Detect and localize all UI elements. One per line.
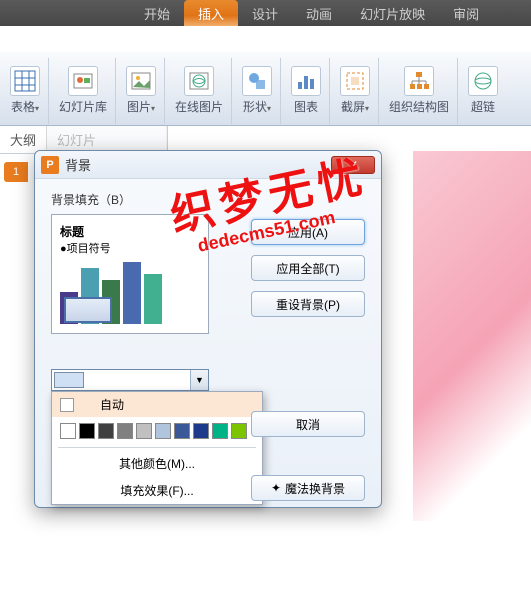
color-swatch[interactable] [231, 423, 247, 439]
orgchart-icon [404, 66, 434, 96]
color-swatch[interactable] [79, 423, 95, 439]
auto-color-row[interactable]: 自动 [52, 392, 262, 417]
dialog-icon: P [41, 156, 59, 174]
ribbon: 表格▾ 幻灯片库 图片▾ 在线图片 形状▾ 图表 截屏▾ 组织结构图 超链 [0, 52, 531, 126]
fill-preview: 标题 ●项目符号 [51, 214, 209, 334]
ribbon-hyperlink[interactable]: 超链 [460, 58, 506, 124]
magic-bg-button[interactable]: ✦ 魔法换背景 [251, 475, 365, 501]
color-swatch[interactable] [155, 423, 171, 439]
color-swatch[interactable] [117, 423, 133, 439]
fill-label: 背景填充（B） [51, 191, 365, 208]
onlinepic-icon [184, 66, 214, 96]
ribbon-onlinepic[interactable]: 在线图片 [167, 58, 232, 124]
cancel-button[interactable]: 取消 [251, 411, 365, 437]
color-popup: 自动 其他颜色(M)... 填充效果(F)... [51, 391, 263, 505]
ribbon-picture[interactable]: 图片▾ [118, 58, 165, 124]
ribbon-slidelib[interactable]: 幻灯片库 [51, 58, 116, 124]
tab-anim[interactable]: 动画 [292, 0, 346, 26]
preview-selection-handle [64, 297, 112, 323]
ribbon-chart[interactable]: 图表 [283, 58, 330, 124]
dialog-close-button[interactable]: ✕ [331, 156, 375, 174]
color-swatch[interactable] [136, 423, 152, 439]
slide-preview [413, 151, 531, 521]
tab-design[interactable]: 设计 [238, 0, 292, 26]
picture-icon [126, 66, 156, 96]
color-swatch[interactable] [212, 423, 228, 439]
background-dialog: P 背景 ✕ 背景填充（B） 标题 ●项目符号 应用(A) 应用全部(T) 重设… [34, 150, 382, 508]
outline-tab-slides[interactable]: 幻灯片 [47, 126, 167, 153]
color-swatch[interactable] [98, 423, 114, 439]
magic-icon: ✦ [271, 481, 281, 495]
preview-bullet: ●项目符号 [60, 240, 200, 256]
hyperlink-icon [468, 66, 498, 96]
ribbon-shapes[interactable]: 形状▾ [234, 58, 281, 124]
table-icon [10, 66, 40, 96]
apply-all-button[interactable]: 应用全部(T) [251, 255, 365, 281]
slidelib-icon [68, 66, 98, 96]
outline-tab-outline[interactable]: 大纲 [0, 126, 47, 153]
tab-slideshow[interactable]: 幻灯片放映 [346, 0, 439, 26]
ribbon-table[interactable]: 表格▾ [2, 58, 49, 124]
tab-start[interactable]: 开始 [130, 0, 184, 26]
more-colors-item[interactable]: 其他颜色(M)... [52, 450, 262, 477]
ribbon-orgchart[interactable]: 组织结构图 [381, 58, 458, 124]
color-swatch[interactable] [193, 423, 209, 439]
apply-button[interactable]: 应用(A) [251, 219, 365, 245]
screenshot-icon [340, 66, 370, 96]
current-color-swatch [54, 372, 84, 388]
auto-label: 自动 [100, 396, 124, 413]
chart-icon [291, 66, 321, 96]
tab-review[interactable]: 审阅 [439, 0, 493, 26]
slide-number-badge[interactable]: 1 [4, 162, 28, 182]
dialog-titlebar[interactable]: P 背景 ✕ [35, 151, 381, 179]
color-swatch[interactable] [60, 423, 76, 439]
fill-color-combo[interactable]: ▼ [51, 369, 209, 391]
shapes-icon [242, 66, 272, 96]
ribbon-screenshot[interactable]: 截屏▾ [332, 58, 379, 124]
combo-arrow-icon[interactable]: ▼ [190, 370, 208, 390]
tab-insert[interactable]: 插入 [184, 0, 238, 26]
auto-swatch [60, 398, 74, 412]
reset-bg-button[interactable]: 重设背景(P) [251, 291, 365, 317]
ribbon-tabs: 开始 插入 设计 动画 幻灯片放映 审阅 [0, 0, 531, 26]
color-row [52, 417, 262, 445]
color-swatch[interactable] [174, 423, 190, 439]
bunny-ear-illustration [509, 321, 531, 601]
preview-title: 标题 [60, 223, 200, 240]
dialog-title: 背景 [65, 155, 91, 174]
fill-effect-item[interactable]: 填充效果(F)... [52, 477, 262, 504]
